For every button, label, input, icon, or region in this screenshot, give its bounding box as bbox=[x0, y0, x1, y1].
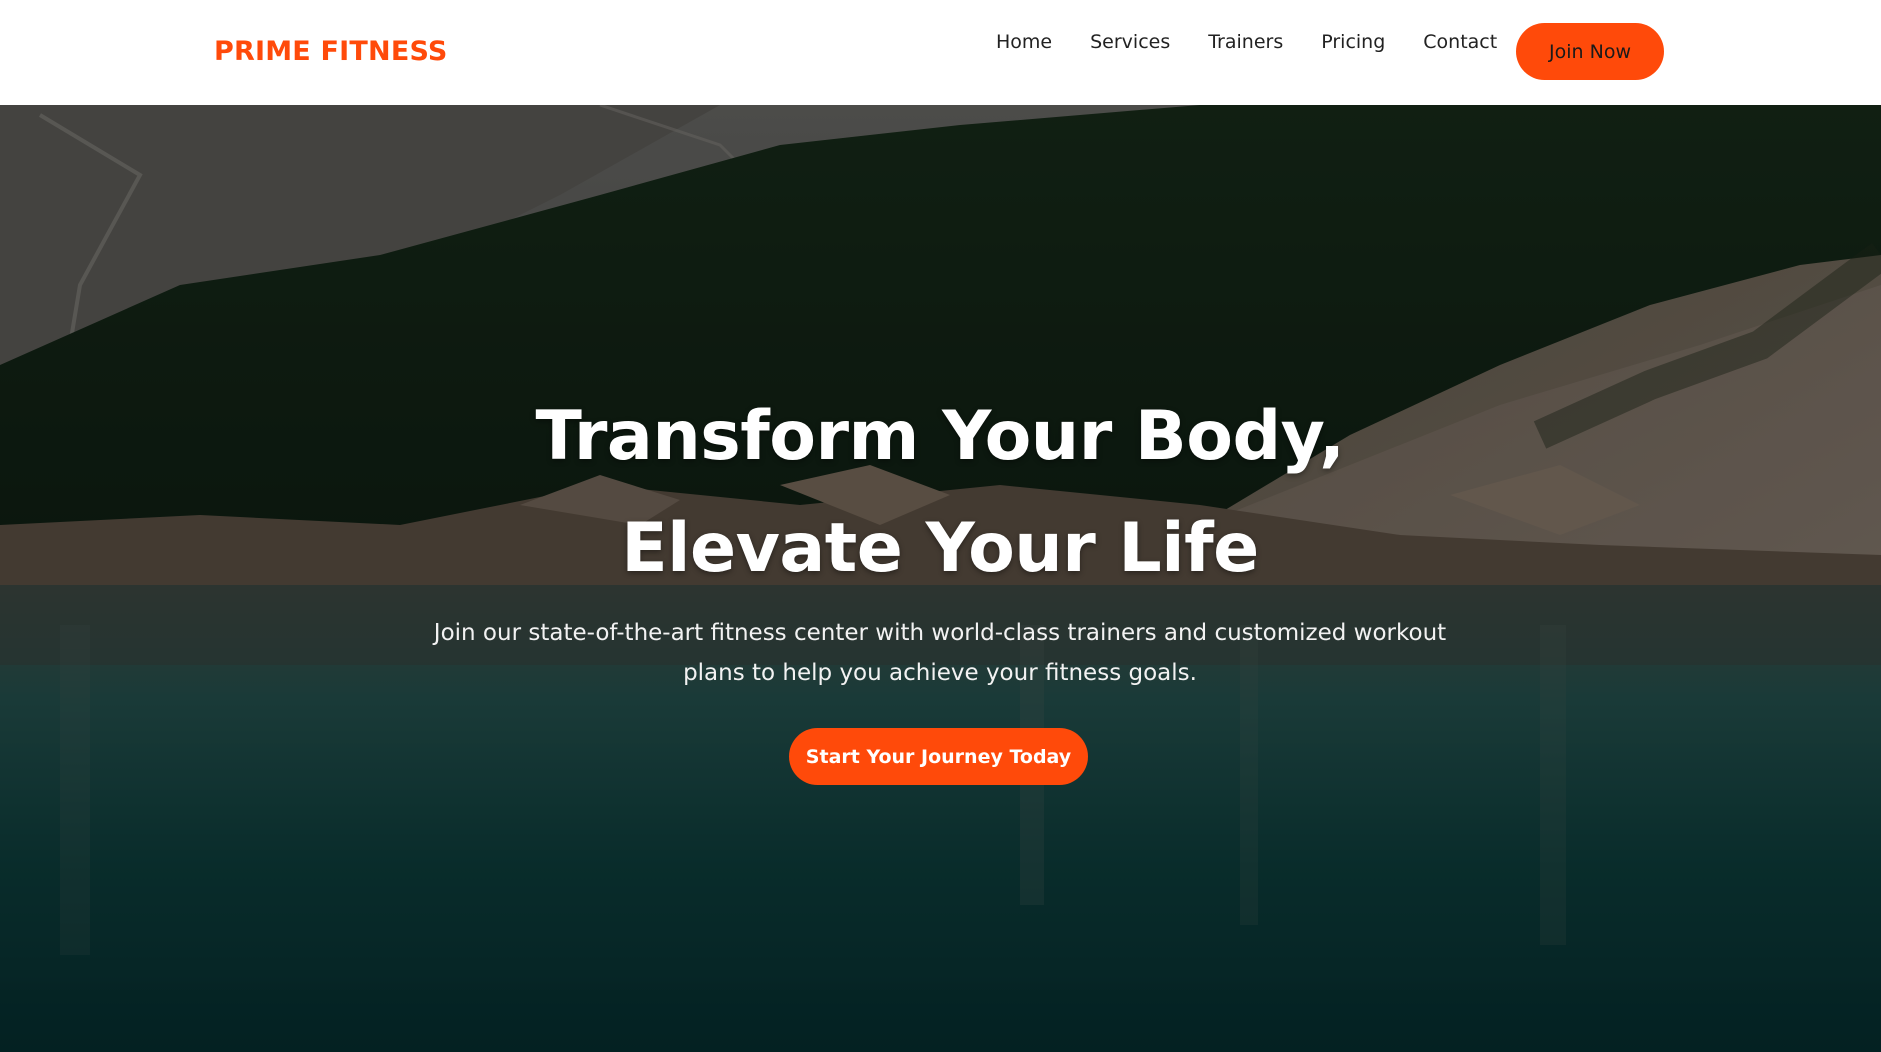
nav-link-contact[interactable]: Contact bbox=[1423, 31, 1497, 53]
nav-link-trainers[interactable]: Trainers bbox=[1208, 31, 1283, 53]
nav-link-services[interactable]: Services bbox=[1090, 31, 1170, 53]
hero-section: Transform Your Body, Elevate Your Life J… bbox=[0, 105, 1881, 1052]
hero-title: Transform Your Body, Elevate Your Life bbox=[535, 397, 1345, 588]
brand-logo[interactable]: PRIME FITNESS bbox=[214, 36, 448, 67]
nav-link-pricing[interactable]: Pricing bbox=[1321, 31, 1385, 53]
join-now-button[interactable]: Join Now bbox=[1516, 23, 1664, 80]
landing-page: PRIME FITNESS Home Services Trainers Pri… bbox=[0, 0, 1881, 1052]
site-header: PRIME FITNESS Home Services Trainers Pri… bbox=[0, 0, 1881, 105]
hero-subtitle: Join our state-of-the-art fitness center… bbox=[433, 620, 1447, 686]
start-journey-button[interactable]: Start Your Journey Today bbox=[789, 728, 1088, 785]
nav-link-home[interactable]: Home bbox=[996, 31, 1052, 53]
main-nav: Home Services Trainers Pricing Contact bbox=[977, 0, 1497, 84]
